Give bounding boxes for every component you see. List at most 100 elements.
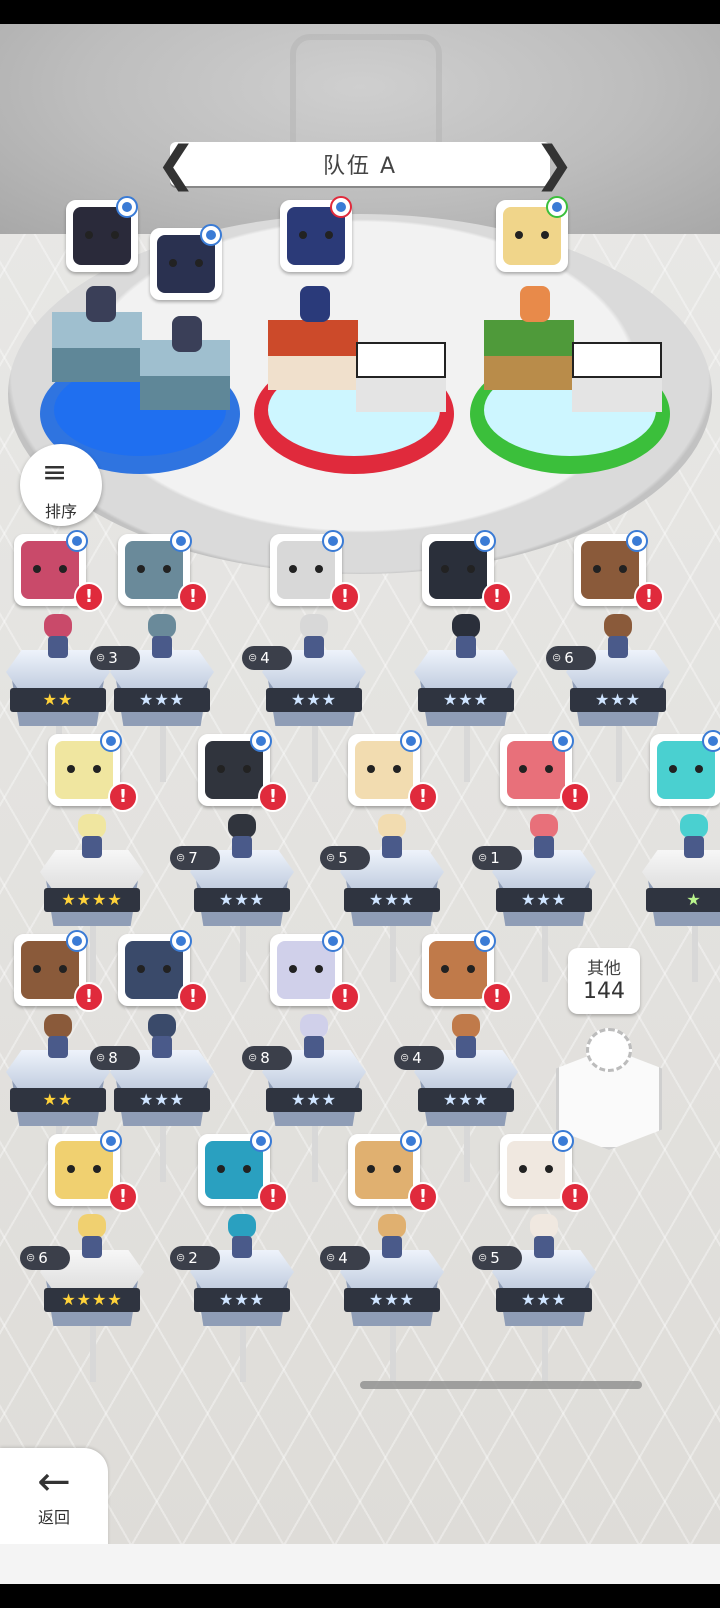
water-element-icon <box>400 1130 422 1152</box>
character-sprite <box>38 614 78 660</box>
wood-element-icon <box>546 196 568 218</box>
level-badge: ⊜ 2 <box>170 1246 220 1270</box>
back-arrow-icon: ← <box>37 1459 71 1505</box>
level-value: 1 <box>490 849 500 867</box>
character-sprite <box>142 614 182 660</box>
level-icon: ⊜ <box>478 1251 488 1264</box>
level-badge: ⊜ 6 <box>546 646 596 670</box>
level-icon: ⊜ <box>248 651 258 664</box>
water-element-icon <box>170 530 192 552</box>
level-value: 8 <box>260 1049 270 1067</box>
sprite-body <box>534 1236 554 1258</box>
level-badge: ⊜ 8 <box>90 1046 140 1070</box>
sprite-body <box>152 1036 172 1058</box>
previous-team-arrow-icon[interactable]: ❮ <box>156 134 196 194</box>
sprite-head <box>44 1014 72 1038</box>
level-value: 4 <box>338 1249 348 1267</box>
sort-button[interactable]: ≡ 排序 <box>20 444 102 526</box>
star-rating: ★★ <box>10 688 106 712</box>
character-pedestal[interactable]: ★★★ <box>414 650 518 730</box>
team-block-fire <box>268 320 358 390</box>
sprite-body <box>48 1036 68 1058</box>
star-rating: ★★★ <box>344 1288 440 1312</box>
water-element-icon <box>66 930 88 952</box>
character-sprite <box>222 1214 262 1260</box>
back-button[interactable]: ← 返回 <box>0 1448 108 1548</box>
alert-badge-icon: ! <box>560 782 590 812</box>
horizontal-scrollbar[interactable] <box>360 1381 642 1389</box>
alert-badge-icon: ! <box>482 582 512 612</box>
water-element-icon <box>66 530 88 552</box>
team-unit-sprite <box>172 316 202 352</box>
sprite-body <box>684 836 704 858</box>
character-sprite <box>446 1014 486 1060</box>
sprite-body <box>304 636 324 658</box>
alert-badge-icon: ! <box>178 582 208 612</box>
water-element-icon <box>250 1130 272 1152</box>
character-sprite <box>142 1014 182 1060</box>
star-rating: ★★★ <box>266 1088 362 1112</box>
level-icon: ⊜ <box>326 851 336 864</box>
other-label: 其他 <box>587 959 621 979</box>
star-rating: ★★ <box>10 1088 106 1112</box>
sprite-body <box>608 636 628 658</box>
water-element-icon <box>170 930 192 952</box>
water-element-icon <box>702 730 720 752</box>
next-team-arrow-icon[interactable]: ❯ <box>534 134 574 194</box>
star-rating: ★★★ <box>194 1288 290 1312</box>
character-sprite <box>72 1214 112 1260</box>
sprite-head <box>44 614 72 638</box>
level-icon: ⊜ <box>26 1251 36 1264</box>
other-count: 144 <box>583 979 625 1004</box>
character-sprite <box>294 614 334 660</box>
level-icon: ⊜ <box>248 1051 258 1064</box>
alert-badge-icon: ! <box>330 982 360 1012</box>
star-rating: ★★★★ <box>44 888 140 912</box>
level-value: 6 <box>38 1249 48 1267</box>
sprite-head <box>378 814 406 838</box>
level-value: 4 <box>260 649 270 667</box>
sort-icon: ≡ <box>42 455 68 490</box>
level-badge: ⊜ 4 <box>242 646 292 670</box>
water-element-icon <box>250 730 272 752</box>
sprite-body <box>152 636 172 658</box>
sprite-body <box>534 836 554 858</box>
sprite-body <box>382 836 402 858</box>
sprite-head <box>78 814 106 838</box>
level-value: 3 <box>108 649 118 667</box>
star-rating: ★★★ <box>194 888 290 912</box>
character-sprite <box>598 614 638 660</box>
back-label: 返回 <box>37 1508 70 1527</box>
fire-element-icon <box>330 196 352 218</box>
character-sprite <box>372 1214 412 1260</box>
sprite-head <box>530 814 558 838</box>
level-value: 5 <box>490 1249 500 1267</box>
alert-badge-icon: ! <box>108 1182 138 1212</box>
water-element-icon <box>322 530 344 552</box>
star-rating: ★★★ <box>344 888 440 912</box>
alert-badge-icon: ! <box>330 582 360 612</box>
star-rating: ★★★ <box>266 688 362 712</box>
character-pedestal[interactable]: ★ <box>642 850 720 930</box>
other-units-bubble[interactable]: 其他 144 <box>568 948 640 1014</box>
level-icon: ⊜ <box>96 1051 106 1064</box>
water-element-icon <box>474 930 496 952</box>
level-badge: ⊜ 5 <box>472 1246 522 1270</box>
sort-label: 排序 <box>44 502 77 521</box>
team-block-wood <box>484 320 574 390</box>
team-unit-sprite <box>86 286 116 322</box>
level-icon: ⊜ <box>400 1051 410 1064</box>
level-badge: ⊜ 5 <box>320 846 370 870</box>
level-icon: ⊜ <box>176 851 186 864</box>
character-sprite <box>674 814 714 860</box>
sprite-head <box>228 1214 256 1238</box>
level-icon: ⊜ <box>176 1251 186 1264</box>
sprite-head <box>300 614 328 638</box>
alert-badge-icon: ! <box>258 782 288 812</box>
character-sprite <box>524 1214 564 1260</box>
character-pedestal[interactable]: ★★★★ <box>40 850 144 930</box>
level-value: 4 <box>412 1049 422 1067</box>
character-sprite <box>524 814 564 860</box>
sprite-body <box>232 1236 252 1258</box>
level-value: 5 <box>338 849 348 867</box>
